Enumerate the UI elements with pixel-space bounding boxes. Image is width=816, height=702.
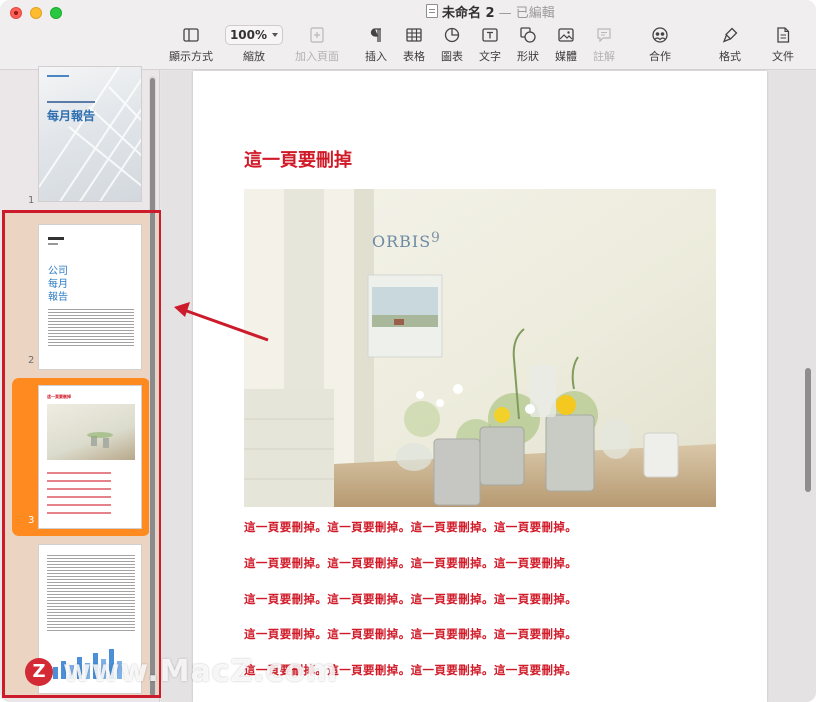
window-title: 未命名 2 — 已編輯	[426, 2, 555, 21]
minimize-window-button[interactable]	[30, 7, 42, 19]
document-label: 文件	[772, 50, 794, 63]
pages-window: 未命名 2 — 已編輯 顯示方式 100% 縮放 加入頁面 插入 表格 圖表 文…	[0, 0, 816, 702]
zoom-control[interactable]: 100% 縮放	[225, 25, 283, 67]
table-label: 表格	[403, 50, 425, 63]
annotation-highlight-frame	[2, 210, 162, 698]
add-page-button[interactable]: 加入頁面	[294, 25, 340, 67]
body-paragraph-3[interactable]: 這一頁要刪掉。這一頁要刪掉。這一頁要刪掉。這一頁要刪掉。	[244, 591, 577, 607]
canvas-scrollbar-thumb[interactable]	[805, 368, 811, 492]
chart-label: 圖表	[441, 50, 463, 63]
view-button[interactable]: 顯示方式	[168, 25, 214, 67]
body-paragraph-4[interactable]: 這一頁要刪掉。這一頁要刪掉。這一頁要刪掉。這一頁要刪掉。	[244, 626, 577, 642]
add-page-icon	[310, 25, 324, 45]
paragraph-icon	[370, 25, 382, 45]
annotation-arrow-icon	[174, 302, 269, 342]
text-label: 文字	[479, 50, 501, 63]
text-box-icon	[482, 25, 498, 45]
format-label: 格式	[719, 50, 741, 63]
zoom-dropdown[interactable]: 100%	[225, 25, 283, 45]
comment-icon	[596, 25, 612, 45]
view-label: 顯示方式	[169, 50, 213, 63]
insert-button[interactable]: 插入	[362, 25, 390, 67]
edit-status: — 已編輯	[498, 5, 555, 21]
page-number-1: 1	[28, 195, 35, 206]
watermark-logo: Z	[25, 657, 53, 686]
text-button[interactable]: 文字	[476, 25, 504, 67]
document-name[interactable]: 未命名 2	[442, 2, 495, 21]
sidebar-view-icon	[183, 25, 199, 45]
media-button[interactable]: 媒體	[552, 25, 580, 67]
paintbrush-icon	[722, 25, 738, 45]
flowers-photo-art	[244, 189, 716, 507]
document-settings-icon	[776, 25, 790, 45]
comment-button[interactable]: 註解	[590, 25, 618, 67]
table-icon	[406, 25, 422, 45]
shape-label: 形狀	[517, 50, 539, 63]
collaborate-icon	[651, 25, 669, 45]
architecture-photo	[39, 67, 141, 201]
shape-button[interactable]: 形狀	[514, 25, 542, 67]
chart-button[interactable]: 圖表	[438, 25, 466, 67]
photo-icon	[558, 25, 574, 45]
photo-brand-text: ORBIS	[372, 232, 432, 251]
body-paragraph-1[interactable]: 這一頁要刪掉。這一頁要刪掉。這一頁要刪掉。這一頁要刪掉。	[244, 519, 577, 535]
shape-icon	[520, 25, 536, 45]
zoom-label: 縮放	[243, 50, 265, 63]
photo-number-text: 9	[431, 230, 440, 246]
collaborate-button[interactable]: 合作	[646, 25, 674, 67]
format-button[interactable]: 格式	[716, 25, 744, 67]
document-button[interactable]: 文件	[769, 25, 797, 67]
pie-chart-icon	[444, 25, 460, 45]
thumbnail-1-title: 每月報告	[47, 109, 96, 123]
insert-label: 插入	[365, 50, 387, 63]
comment-label: 註解	[593, 50, 615, 63]
media-label: 媒體	[555, 50, 577, 63]
close-window-button[interactable]	[10, 7, 22, 19]
zoom-value: 100%	[229, 28, 268, 42]
table-button[interactable]: 表格	[400, 25, 428, 67]
page-heading[interactable]: 這一頁要刪掉	[244, 146, 352, 172]
add-page-label: 加入頁面	[295, 50, 339, 63]
watermark: Z www.MacZ.com	[25, 654, 338, 689]
page-thumbnail-1[interactable]: 每月報告	[38, 66, 142, 202]
chevron-down-icon	[272, 33, 279, 37]
collaborate-label: 合作	[649, 50, 671, 63]
zoom-window-button[interactable]	[50, 7, 62, 19]
watermark-text: www.MacZ.com	[63, 654, 339, 689]
flowers-photo[interactable]: ORBIS 9	[244, 189, 716, 507]
body-paragraph-2[interactable]: 這一頁要刪掉。這一頁要刪掉。這一頁要刪掉。這一頁要刪掉。	[244, 555, 577, 571]
document-icon	[426, 4, 438, 18]
